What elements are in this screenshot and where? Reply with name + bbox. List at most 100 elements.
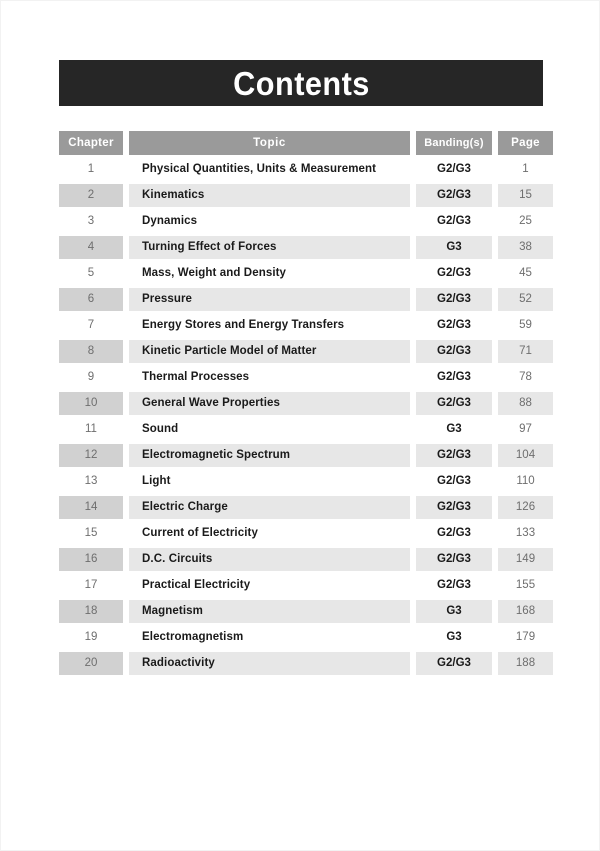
- chapter-number-cell: 9: [59, 364, 123, 390]
- topic-title-cell: Energy Stores and Energy Transfers: [129, 312, 410, 338]
- chapter-number-cell: 1: [59, 156, 123, 182]
- table-header: Chapter Topic Banding(s) Page: [59, 130, 553, 156]
- chapter-number-value: 7: [59, 313, 123, 337]
- topic-title-value: Current of Electricity: [129, 521, 410, 545]
- page-number-value: 133: [498, 521, 553, 545]
- chapter-number-value: 8: [59, 339, 123, 363]
- chapter-number-cell: 5: [59, 260, 123, 286]
- page-number-value: 52: [498, 287, 553, 311]
- topic-title-value: Dynamics: [129, 209, 410, 233]
- page-number-value: 110: [498, 469, 553, 493]
- page-number-value: 88: [498, 391, 553, 415]
- banding-value: G2/G3: [416, 313, 492, 337]
- chapter-number-value: 16: [59, 547, 123, 571]
- page-number-cell: 59: [498, 312, 553, 338]
- page-number-cell: 78: [498, 364, 553, 390]
- banding-cell: G3: [416, 624, 492, 650]
- topic-title-value: Light: [129, 469, 410, 493]
- chapter-number-value: 4: [59, 235, 123, 259]
- banding-cell: G2/G3: [416, 468, 492, 494]
- page-number-value: 1: [498, 157, 553, 181]
- chapter-number-value: 11: [59, 417, 123, 441]
- banding-cell: G2/G3: [416, 260, 492, 286]
- page-number-value: 149: [498, 547, 553, 571]
- topic-title-value: Sound: [129, 417, 410, 441]
- table-row: 3 Dynamics G2/G3 25: [59, 208, 553, 234]
- topic-title-cell: Turning Effect of Forces: [129, 234, 410, 260]
- banding-value: G2/G3: [416, 339, 492, 363]
- topic-title-value: Physical Quantities, Units & Measurement: [129, 157, 410, 181]
- chapter-number-value: 19: [59, 625, 123, 649]
- chapter-number-cell: 3: [59, 208, 123, 234]
- page-number-cell: 52: [498, 286, 553, 312]
- banding-value: G2/G3: [416, 209, 492, 233]
- page-number-cell: 168: [498, 598, 553, 624]
- topic-title-cell: D.C. Circuits: [129, 546, 410, 572]
- topic-title-value: General Wave Properties: [129, 391, 410, 415]
- topic-title-cell: Electric Charge: [129, 494, 410, 520]
- chapter-number-value: 1: [59, 157, 123, 181]
- banding-cell: G2/G3: [416, 442, 492, 468]
- page-number-cell: 149: [498, 546, 553, 572]
- page-title: Contents: [232, 64, 370, 102]
- table-row: 11 Sound G3 97: [59, 416, 553, 442]
- chapter-number-cell: 12: [59, 442, 123, 468]
- chapter-number-cell: 16: [59, 546, 123, 572]
- banding-cell: G2/G3: [416, 494, 492, 520]
- page-number-value: 168: [498, 599, 553, 623]
- topic-title-cell: Kinematics: [129, 182, 410, 208]
- banding-cell: G2/G3: [416, 338, 492, 364]
- banding-value: G2/G3: [416, 547, 492, 571]
- banding-value: G3: [416, 599, 492, 623]
- chapter-number-cell: 19: [59, 624, 123, 650]
- table-row: 2 Kinematics G2/G3 15: [59, 182, 553, 208]
- topic-title-value: Pressure: [129, 287, 410, 311]
- table-row: 8 Kinetic Particle Model of Matter G2/G3 71: [59, 338, 553, 364]
- chapter-number-cell: 10: [59, 390, 123, 416]
- chapter-number-value: 20: [59, 651, 123, 675]
- chapter-number-cell: 18: [59, 598, 123, 624]
- chapter-number-value: 3: [59, 209, 123, 233]
- chapter-number-value: 2: [59, 183, 123, 207]
- column-header-banding-label: Banding(s): [416, 131, 492, 155]
- banding-value: G2/G3: [416, 651, 492, 675]
- topic-title-value: Kinematics: [129, 183, 410, 207]
- topic-title-value: Magnetism: [129, 599, 410, 623]
- column-header-page-label: Page: [498, 131, 553, 155]
- chapter-number-cell: 14: [59, 494, 123, 520]
- banding-value: G2/G3: [416, 495, 492, 519]
- topic-title-cell: General Wave Properties: [129, 390, 410, 416]
- page-number-value: 97: [498, 417, 553, 441]
- chapter-number-value: 17: [59, 573, 123, 597]
- chapter-number-cell: 13: [59, 468, 123, 494]
- chapter-number-cell: 4: [59, 234, 123, 260]
- banding-cell: G2/G3: [416, 286, 492, 312]
- table-of-contents: Chapter Topic Banding(s) Page 1 Physical …: [59, 130, 553, 676]
- banding-value: G2/G3: [416, 443, 492, 467]
- banding-value: G2/G3: [416, 365, 492, 389]
- topic-title-cell: Kinetic Particle Model of Matter: [129, 338, 410, 364]
- page-number-cell: 179: [498, 624, 553, 650]
- topic-title-value: Turning Effect of Forces: [129, 235, 410, 259]
- page-number-value: 155: [498, 573, 553, 597]
- table-row: 18 Magnetism G3 168: [59, 598, 553, 624]
- topic-title-value: Energy Stores and Energy Transfers: [129, 313, 410, 337]
- banding-cell: G2/G3: [416, 182, 492, 208]
- topic-title-value: Practical Electricity: [129, 573, 410, 597]
- column-header-chapter-label: Chapter: [59, 131, 123, 155]
- chapter-number-value: 14: [59, 495, 123, 519]
- banding-cell: G2/G3: [416, 208, 492, 234]
- chapter-number-value: 15: [59, 521, 123, 545]
- page-number-value: 45: [498, 261, 553, 285]
- banding-value: G2/G3: [416, 391, 492, 415]
- banding-cell: G2/G3: [416, 520, 492, 546]
- page-number-cell: 126: [498, 494, 553, 520]
- banding-cell: G2/G3: [416, 156, 492, 182]
- banding-value: G2/G3: [416, 573, 492, 597]
- banding-value: G3: [416, 417, 492, 441]
- topic-title-value: D.C. Circuits: [129, 547, 410, 571]
- chapter-number-cell: 6: [59, 286, 123, 312]
- topic-title-cell: Light: [129, 468, 410, 494]
- chapter-number-value: 18: [59, 599, 123, 623]
- page-number-value: 25: [498, 209, 553, 233]
